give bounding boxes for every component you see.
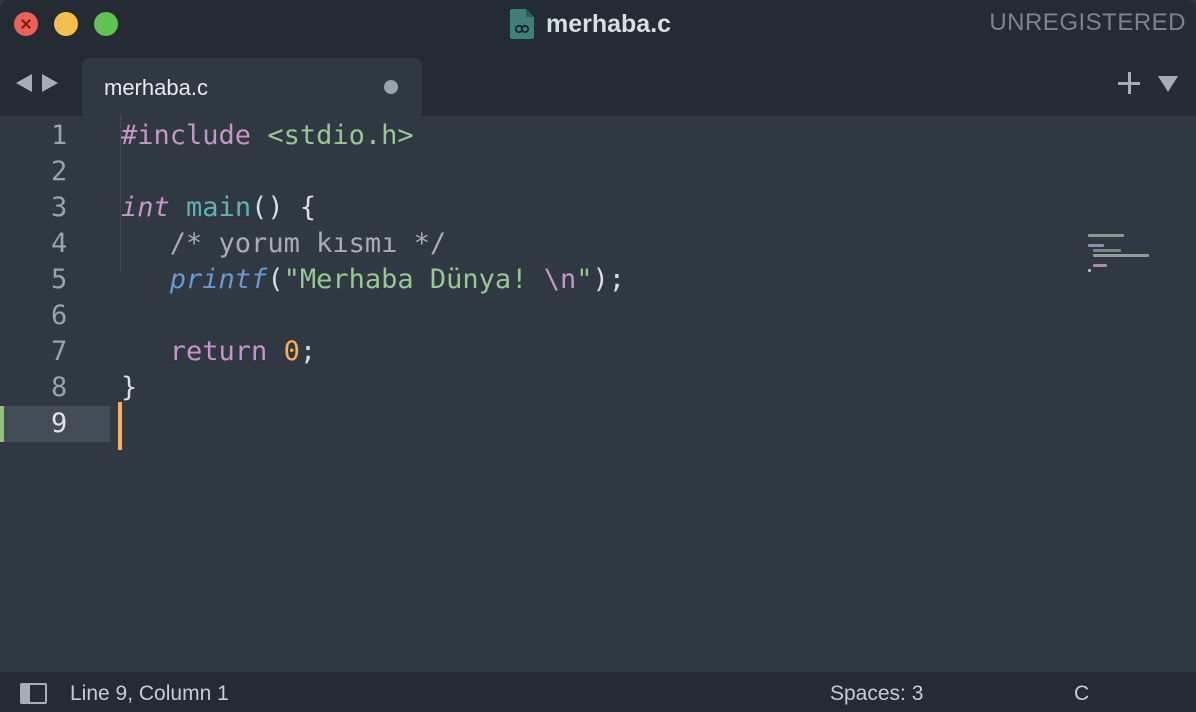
code-token: ; (299, 336, 317, 367)
minimize-window-button[interactable] (54, 12, 78, 36)
close-window-button[interactable] (14, 12, 38, 36)
code-line: printf("Merhaba Dünya! \n"); (121, 262, 625, 298)
code-token: () { (251, 192, 317, 223)
code-text[interactable]: #include <stdio.h> int main() { /* yorum… (121, 118, 625, 442)
status-bar: Line 9, Column 1 Spaces: 3 C (0, 672, 1196, 712)
code-line: #include <stdio.h> (121, 118, 625, 154)
line-number: 5 (51, 264, 68, 295)
code-line: int main() { (121, 190, 625, 226)
escape-sequence: \n (543, 264, 577, 295)
minimap-line (1093, 249, 1121, 252)
minimap-line (1088, 234, 1124, 237)
cursor-position[interactable]: Line 9, Column 1 (70, 682, 229, 706)
minimap-line (1088, 269, 1091, 272)
nav-forward-icon[interactable] (42, 74, 58, 92)
plus-icon[interactable] (1118, 72, 1140, 94)
include-path: <stdio.h> (267, 120, 414, 151)
line-number: 2 (51, 156, 68, 187)
line-number: 6 (51, 300, 68, 331)
c-file-icon (510, 9, 534, 39)
syntax-selector[interactable]: C (1074, 682, 1089, 706)
window-title: merhaba.c (546, 9, 672, 38)
preprocessor-directive: #include (121, 120, 252, 151)
type-keyword: int (121, 192, 170, 223)
title-bar: merhaba.c UNREGISTERED (0, 0, 1196, 48)
code-line: return 0; (121, 334, 625, 370)
function-name: main (186, 192, 252, 223)
code-token: ( (267, 264, 284, 295)
code-line: /* yorum kısmı */ (121, 226, 625, 262)
indent-guide (120, 116, 121, 272)
function-call: printf (169, 264, 268, 295)
nav-back-icon[interactable] (16, 74, 32, 92)
line-number: 8 (51, 372, 68, 403)
return-keyword: return (169, 336, 268, 367)
string-literal: "Merhaba Dünya! (283, 264, 544, 295)
tab-merhaba-c[interactable]: merhaba.c (82, 58, 422, 116)
minimap-line (1093, 254, 1149, 257)
unregistered-label: UNREGISTERED (989, 9, 1186, 36)
code-comment: /* yorum kısmı */ (169, 228, 447, 259)
code-token: ); (592, 264, 625, 295)
code-line: } (121, 370, 625, 406)
line-number-gutter: 1 2 3 4 5 6 7 8 9 (0, 118, 110, 442)
string-literal-end: " (576, 264, 593, 295)
minimap-line (1093, 264, 1107, 267)
line-number: 3 (51, 192, 68, 223)
indentation-setting[interactable]: Spaces: 3 (830, 682, 923, 706)
dropdown-icon[interactable] (1158, 76, 1178, 92)
zoom-window-button[interactable] (94, 12, 118, 36)
window-title-group: merhaba.c (510, 7, 671, 41)
editor-area[interactable]: 1 2 3 4 5 6 7 8 9 #include <stdio.h> int… (0, 116, 1196, 672)
tab-navigation (16, 74, 58, 92)
tab-bar: merhaba.c (0, 48, 1196, 116)
unsaved-dot-icon[interactable] (384, 80, 398, 94)
sidebar-toggle-icon[interactable] (20, 683, 47, 704)
line-number: 1 (51, 120, 68, 151)
tab-label: merhaba.c (104, 75, 208, 100)
number-literal: 0 (283, 336, 300, 367)
code-token: } (121, 372, 138, 403)
minimap-line (1088, 244, 1104, 247)
line-number: 4 (51, 228, 68, 259)
current-line-number: 9 (0, 406, 110, 442)
minimap[interactable] (1088, 234, 1168, 274)
line-number: 7 (51, 336, 68, 367)
text-cursor (118, 402, 122, 450)
